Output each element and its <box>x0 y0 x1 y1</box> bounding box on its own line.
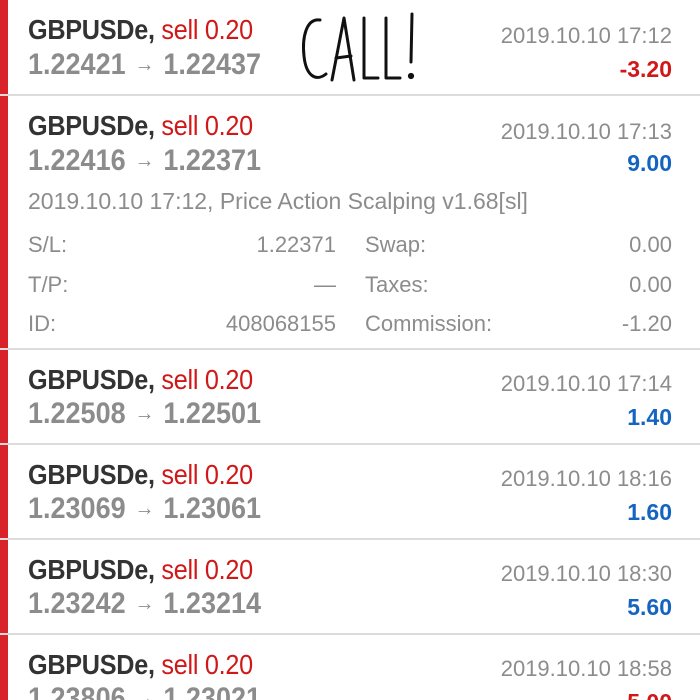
sell-indicator-stripe <box>0 96 8 348</box>
open-price: 1.23806 <box>28 682 126 700</box>
trade-time: 2019.10.10 17:14 <box>500 371 672 396</box>
arrow-right-icon: → <box>134 400 155 425</box>
commission-label: Commission: <box>365 311 493 336</box>
trade-symbol: GBPUSDe, <box>28 459 155 490</box>
commission-value: -1.20 <box>621 311 672 336</box>
trade-side-volume: sell 0.20 <box>161 649 253 680</box>
sell-indicator-stripe <box>0 350 8 443</box>
swap-value: 0.00 <box>629 232 672 257</box>
trade-title: GBPUSDe, sell 0.20 <box>28 14 253 46</box>
arrow-right-icon: → <box>134 147 155 172</box>
trade-symbol: GBPUSDe, <box>28 364 155 395</box>
trade-prices: 1.22508 → 1.22501 <box>28 397 261 431</box>
trade-time: 2019.10.10 17:12 <box>500 23 672 48</box>
trade-time: 2019.10.10 18:58 <box>500 656 672 681</box>
trade-row[interactable]: GBPUSDe, sell 0.20 1.23242 → 1.23214 2019.… <box>0 540 700 635</box>
open-price: 1.22416 <box>28 144 126 177</box>
taxes-value: 0.00 <box>629 272 672 297</box>
trade-symbol: GBPUSDe, <box>28 554 155 585</box>
trade-comment: 2019.10.10 17:12, Price Action Scalping … <box>28 188 528 214</box>
trade-time: 2019.10.10 18:16 <box>500 466 672 491</box>
trade-title: GBPUSDe, sell 0.20 <box>28 110 253 142</box>
close-price: 1.22501 <box>163 397 262 430</box>
sell-indicator-stripe <box>0 445 8 538</box>
trade-row[interactable]: GBPUSDe, sell 0.20 1.22508 → 1.22501 2019.… <box>0 350 700 445</box>
id-value: 408068155 <box>225 311 336 336</box>
trade-profit: -3.20 <box>619 56 672 82</box>
arrow-right-icon: → <box>134 51 155 76</box>
open-price: 1.23069 <box>28 492 126 525</box>
trade-time: 2019.10.10 18:30 <box>500 561 672 586</box>
trade-prices: 1.22421 → 1.22437 <box>28 48 261 82</box>
handwritten-call-annotation <box>302 12 415 82</box>
trade-symbol: GBPUSDe, <box>28 110 155 141</box>
trade-side-volume: sell 0.20 <box>161 14 253 45</box>
trade-title: GBPUSDe, sell 0.20 <box>28 459 253 491</box>
tp-label: T/P: <box>28 272 69 297</box>
open-price: 1.22508 <box>28 397 126 430</box>
trade-profit: 5.00 <box>627 689 672 700</box>
trade-side-volume: sell 0.20 <box>161 459 253 490</box>
open-price: 1.23242 <box>28 587 126 620</box>
trade-side-volume: sell 0.20 <box>161 554 253 585</box>
sell-indicator-stripe <box>0 0 8 94</box>
trade-profit: 1.60 <box>627 499 672 525</box>
sell-indicator-stripe <box>0 635 8 700</box>
tp-value: — <box>314 272 336 297</box>
sell-indicator-stripe <box>0 540 8 633</box>
trade-symbol: GBPUSDe, <box>28 649 155 680</box>
close-price: 1.22437 <box>163 48 262 81</box>
trade-title: GBPUSDe, sell 0.20 <box>28 364 253 396</box>
trade-prices: 1.23242 → 1.23214 <box>28 587 261 621</box>
sl-label: S/L: <box>28 232 68 257</box>
close-price: 1.23021 <box>163 682 262 700</box>
trade-side-volume: sell 0.20 <box>161 364 253 395</box>
open-price: 1.22421 <box>28 48 126 81</box>
id-label: ID: <box>28 311 57 336</box>
trade-time: 2019.10.10 17:13 <box>500 119 672 144</box>
trade-symbol: GBPUSDe, <box>28 14 155 45</box>
swap-label: Swap: <box>365 232 427 257</box>
trade-row[interactable]: GBPUSDe, sell 0.20 1.23069 → 1.23061 2019.… <box>0 445 700 540</box>
trade-prices: 1.23806 → 1.23021 <box>28 682 261 700</box>
trade-row[interactable]: GBPUSDe, sell 0.20 1.23806 → 1.23021 2019.… <box>0 635 700 700</box>
sl-value: 1.22371 <box>256 232 336 257</box>
trade-prices: 1.22416 → 1.22371 <box>28 144 261 178</box>
close-price: 1.23061 <box>163 492 262 525</box>
trade-profit: 9.00 <box>627 150 672 176</box>
trade-side-volume: sell 0.20 <box>161 110 253 141</box>
close-price: 1.22371 <box>163 144 262 177</box>
trade-prices: 1.23069 → 1.23061 <box>28 492 261 526</box>
trade-profit: 5.60 <box>627 594 672 620</box>
trade-row-expanded[interactable]: GBPUSDe, sell 0.20 1.22416 → 1.22371 2019.… <box>0 96 700 350</box>
trade-title: GBPUSDe, sell 0.20 <box>28 649 253 681</box>
arrow-right-icon: → <box>134 590 155 615</box>
arrow-right-icon: → <box>134 495 155 520</box>
close-price: 1.23214 <box>163 587 262 620</box>
arrow-right-icon: → <box>134 685 155 700</box>
trade-profit: 1.40 <box>627 404 672 430</box>
taxes-label: Taxes: <box>365 272 429 297</box>
trade-title: GBPUSDe, sell 0.20 <box>28 554 253 586</box>
